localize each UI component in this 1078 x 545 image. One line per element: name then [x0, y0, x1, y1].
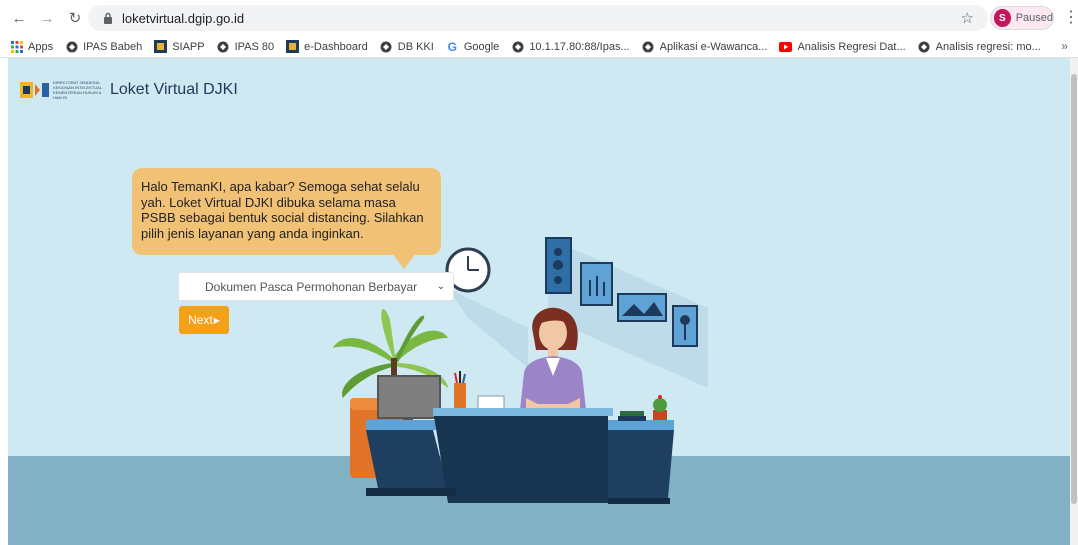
greeting-text: Halo TemanKI, apa kabar? Semoga sehat se…	[141, 179, 424, 241]
bookmark-apps[interactable]: Apps	[10, 40, 53, 53]
wall-picture-trees	[580, 262, 613, 306]
bookmark-ipas-80[interactable]: IPAS 80	[217, 40, 275, 53]
bookmark-google[interactable]: G Google	[446, 39, 500, 54]
bookmark-label: 10.1.17.80:88/Ipas...	[529, 40, 630, 53]
logo-subtitle: DIREKTORAT JENDERAL KEKAYAAN INTELEKTUAL…	[53, 80, 102, 100]
avatar: S	[994, 9, 1011, 27]
address-bar[interactable]: loketvirtual.dgip.go.id ☆	[88, 5, 988, 31]
greeting-bubble: Halo TemanKI, apa kabar? Semoga sehat se…	[132, 168, 441, 255]
reload-icon[interactable]: ↻	[64, 7, 86, 29]
wall-picture-mountains	[617, 293, 667, 322]
bookmarks-bar: Apps IPAS Babeh SIAPP IPAS 80 e-Dashboar…	[0, 36, 1078, 58]
bookmark-label: Google	[463, 40, 500, 53]
bookmark-siapp[interactable]: SIAPP	[154, 40, 205, 53]
back-arrow-icon[interactable]: ←	[8, 7, 30, 29]
bookmark-label: DB KKI	[397, 40, 434, 53]
bookmark-label: IPAS Babeh	[83, 40, 143, 53]
chevron-down-icon: ⌄	[436, 281, 445, 292]
bookmark-label: Analisis Regresi Dat...	[797, 40, 906, 53]
next-button[interactable]: Next ▶	[179, 306, 229, 334]
profile-status: Paused	[1015, 12, 1053, 24]
bookmark-label: e-Dashboard	[304, 40, 368, 53]
pencil-cup	[454, 371, 466, 409]
globe-icon	[642, 40, 655, 53]
bubble-tail	[392, 253, 416, 269]
next-button-label: Next	[188, 313, 213, 327]
url-text: loketvirtual.dgip.go.id	[122, 10, 245, 26]
youtube-icon	[779, 40, 793, 53]
service-type-value: Dokumen Pasca Permohonan Berbayar	[205, 279, 418, 294]
wall-picture-tree	[672, 305, 698, 347]
bookmark-e-dashboard[interactable]: e-Dashboard	[286, 40, 368, 53]
djki-logo[interactable]: DIREKTORAT JENDERAL KEKAYAAN INTELEKTUAL…	[20, 80, 238, 100]
page-content: DIREKTORAT JENDERAL KEKAYAAN INTELEKTUAL…	[8, 58, 1070, 545]
cactus	[653, 395, 667, 420]
logo-emblem-icon	[20, 82, 49, 98]
page-scrollbar[interactable]	[1070, 58, 1078, 545]
bookmark-aplikasi-e-wawancara[interactable]: Aplikasi e-Wawanca...	[642, 40, 768, 53]
office-illustration	[333, 237, 708, 504]
globe-icon	[918, 40, 931, 53]
profile-button[interactable]: S Paused	[990, 6, 1054, 30]
bookmark-analisis-regresi-data[interactable]: Analisis Regresi Dat...	[779, 40, 906, 53]
bookmark-ipas-babeh[interactable]: IPAS Babeh	[65, 40, 142, 53]
bookmark-analisis-regresi-mo[interactable]: Analisis regresi: mo...	[918, 40, 1041, 53]
globe-icon	[511, 40, 524, 53]
page-title: Loket Virtual DJKI	[110, 81, 238, 98]
caret-right-icon: ▶	[213, 315, 220, 325]
bookmark-label: SIAPP	[172, 40, 205, 53]
lock-icon	[100, 10, 116, 26]
bookmark-label: IPAS 80	[234, 40, 275, 53]
google-icon: G	[447, 39, 457, 54]
globe-icon	[65, 40, 78, 53]
menu-kebab-icon[interactable]: ⋮	[1063, 8, 1078, 28]
bookmark-star-icon[interactable]: ☆	[961, 9, 974, 27]
reception-desk	[366, 408, 674, 504]
books	[618, 411, 646, 421]
browser-toolbar: ← → ↻ loketvirtual.dgip.go.id ☆ S Paused…	[0, 0, 1078, 36]
bookmark-label: Apps	[28, 40, 54, 53]
wall-picture-speaker	[545, 237, 572, 294]
clock-icon	[445, 247, 528, 368]
bookmark-db-kki[interactable]: DB KKI	[380, 40, 434, 53]
globe-icon	[380, 40, 393, 53]
globe-icon	[217, 40, 230, 53]
scrollbar-thumb[interactable]	[1071, 74, 1077, 504]
bookmark-label: Aplikasi e-Wawanca...	[659, 40, 768, 53]
bookmark-ipas-ip[interactable]: 10.1.17.80:88/Ipas...	[511, 40, 630, 53]
service-type-select[interactable]: Dokumen Pasca Permohonan Berbayar ⌄	[178, 272, 454, 301]
more-bookmarks-icon[interactable]: »	[1061, 39, 1068, 53]
bookmark-label: Analisis regresi: mo...	[935, 40, 1041, 53]
apps-grid-icon	[10, 40, 23, 53]
site-logo-icon	[154, 40, 168, 53]
forward-arrow-icon[interactable]: →	[36, 7, 58, 29]
site-logo-icon	[286, 40, 300, 53]
